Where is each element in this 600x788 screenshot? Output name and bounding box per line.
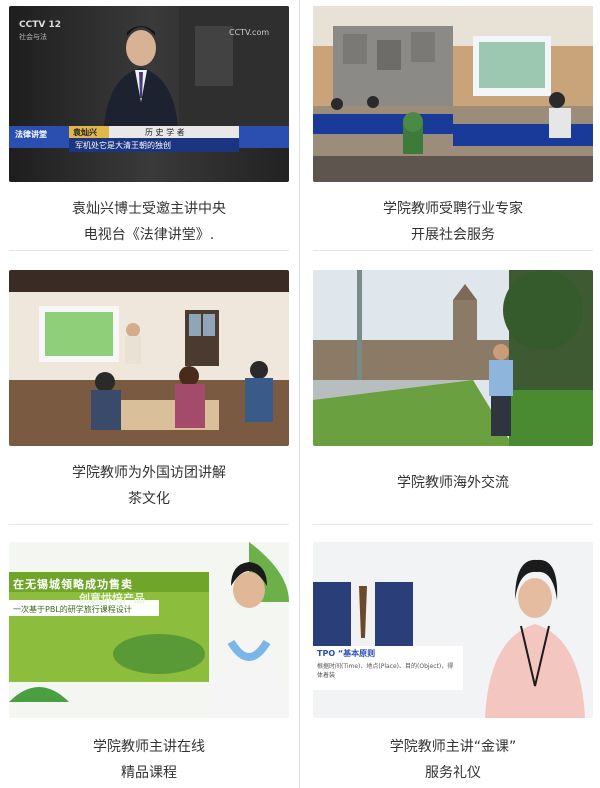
lecture-subtitle: 军机处它是大清王朝的独创 [75,141,171,150]
slide-subtitle: 一次基于PBL的研学旅行课程设计 [13,605,132,614]
card-1-caption-line1: 袁灿兴博士受邀主讲中央 [72,201,226,217]
card-1-image[interactable]: CCTV 12 社会与法 CCTV.com 法律讲堂 袁灿兴 历 史 学 者 军… [9,6,289,182]
overseas-campus-photo [313,270,593,446]
slide-body-text: 根据时间(Time)、地点(Place)、目的(Object)，得体着装 [317,663,454,679]
row-separator [9,524,289,525]
slide-heading: TPO “基本原则 [317,649,376,658]
card-6-caption: 学院教师主讲“金课” 服务礼仪 [313,734,593,786]
card-2-caption-line2: 开展社会服务 [411,227,495,243]
online-course-photo [9,542,289,718]
card-3-caption: 学院教师为外国访团讲解 茶文化 [9,460,289,512]
card-5-caption-line2: 精品课程 [121,765,177,781]
card-6-image[interactable]: TPO “基本原则 根据时间(Time)、地点(Place)、目的(Object… [313,542,593,718]
program-name: 法律讲堂 [15,130,47,139]
card-2-caption: 学院教师受聘行业专家 开展社会服务 [313,196,593,248]
speaker-title: 历 史 学 者 [145,128,185,137]
row-separator [313,524,593,525]
etiquette-course-photo [313,542,593,718]
conference-room-photo [313,6,593,182]
card-2-caption-line1: 学院教师受聘行业专家 [383,201,523,217]
card-6-caption-line2: 服务礼仪 [425,765,481,781]
card-5-image[interactable]: 在无锡城领略成功售卖 创意烘焙产品 一次基于PBL的研学旅行课程设计 [9,542,289,718]
card-5-caption-line1: 学院教师主讲在线 [93,739,205,755]
card-3-caption-line2: 茶文化 [128,491,170,507]
row-separator [313,250,593,251]
card-5-caption: 学院教师主讲在线 精品课程 [9,734,289,786]
card-1-caption: 袁灿兴博士受邀主讲中央 电视台《法律讲堂》. [9,196,289,248]
cctv-logo: CCTV 12 [19,20,61,30]
card-4-image[interactable] [313,270,593,446]
news-grid: CCTV 12 社会与法 CCTV.com 法律讲堂 袁灿兴 历 史 学 者 军… [0,0,600,788]
speaker-name: 袁灿兴 [73,128,97,137]
card-3-caption-line1: 学院教师为外国访团讲解 [72,465,226,481]
cctv-channel-name: 社会与法 [19,33,47,41]
cctv-watermark: CCTV.com [229,28,270,37]
card-1-caption-line2: 电视台《法律讲堂》. [83,227,215,243]
card-4-caption-line1: 学院教师海外交流 [397,475,509,491]
column-divider [299,0,300,788]
card-3-image[interactable] [9,270,289,446]
card-2-image[interactable] [313,6,593,182]
card-6-caption-line1: 学院教师主讲“金课” [389,739,517,755]
card-4-caption: 学院教师海外交流 [313,470,593,496]
tea-culture-photo [9,270,289,446]
row-separator [9,250,289,251]
